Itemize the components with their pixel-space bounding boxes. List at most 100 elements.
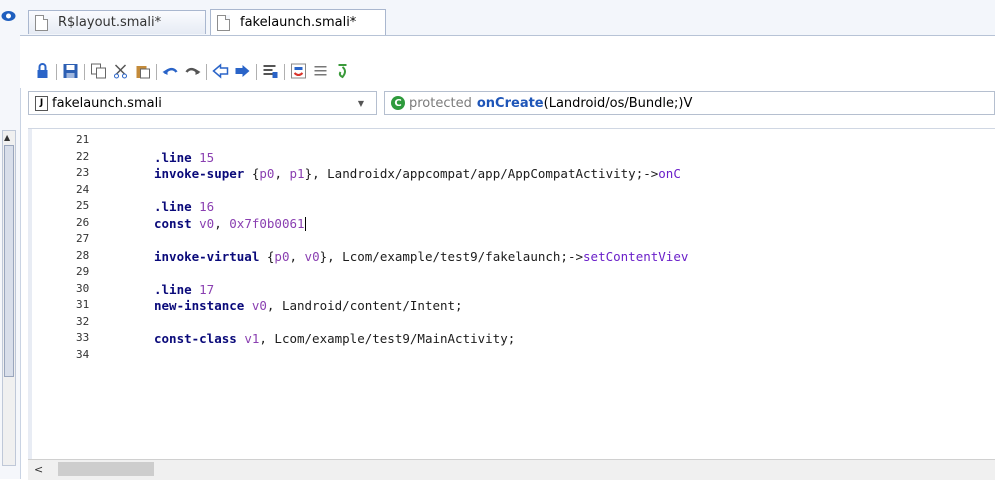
- code-text: const v0, 0x7f0b0061: [154, 215, 306, 231]
- line-number: 26: [76, 215, 90, 229]
- step-icon[interactable]: [334, 63, 351, 79]
- code-token: , Landroid/content/Intent;: [266, 298, 463, 313]
- left-panel-strip: ▲: [0, 0, 21, 479]
- forward-icon[interactable]: [234, 63, 251, 79]
- back-icon[interactable]: [212, 63, 229, 79]
- code-line[interactable]: 34: [28, 348, 995, 364]
- code-line[interactable]: 25 .line 16: [28, 199, 995, 215]
- line-number: 31: [76, 298, 90, 311]
- code-line[interactable]: 24: [28, 183, 995, 199]
- paste-icon[interactable]: [134, 63, 151, 79]
- code-line[interactable]: 32: [28, 315, 995, 331]
- code-line[interactable]: 27: [28, 232, 995, 248]
- undo-icon[interactable]: [162, 63, 179, 79]
- file-icon: [35, 14, 48, 31]
- line-number: 21: [76, 133, 90, 146]
- line-number: 24: [76, 182, 90, 196]
- code-token: invoke-virtual: [154, 248, 267, 264]
- line-number: 23: [76, 166, 90, 179]
- method-signature: (Landroid/os/Bundle;)V: [543, 95, 693, 111]
- method-c-icon: C: [391, 96, 405, 110]
- code-line[interactable]: 30 .line 17: [28, 282, 995, 298]
- code-token: v0: [251, 298, 267, 313]
- file-selector-value: fakelaunch.smali: [52, 95, 162, 111]
- code-token: p0: [274, 248, 290, 264]
- code-line[interactable]: 21: [28, 133, 995, 149]
- code-token: p0: [259, 166, 275, 181]
- cut-icon[interactable]: [112, 63, 129, 79]
- method-name: onCreate: [476, 95, 544, 111]
- code-token: setContentViev: [583, 248, 689, 264]
- list-icon[interactable]: [312, 63, 329, 79]
- chevron-down-icon[interactable]: ▼: [358, 99, 364, 108]
- file-selector[interactable]: J fakelaunch.smali ▼: [28, 91, 377, 115]
- redo-icon[interactable]: [184, 63, 201, 79]
- tab-fakelaunch[interactable]: fakelaunch.smali*: [210, 9, 386, 35]
- line-number: 29: [76, 265, 90, 278]
- method-modifier: protected: [409, 95, 472, 111]
- code-token: ,: [274, 166, 290, 181]
- code-token: ,: [214, 215, 230, 231]
- code-token: const: [154, 215, 200, 231]
- code-token: .line: [154, 149, 200, 165]
- code-token: }, Lcom/example/test9/fakelaunch;->: [319, 248, 584, 264]
- code-token: 15: [199, 149, 215, 165]
- left-scroll-thumb[interactable]: [4, 145, 14, 377]
- scroll-up-arrow-icon[interactable]: ▲: [4, 133, 10, 142]
- code-token: .line: [154, 281, 200, 297]
- code-text: .line 17: [154, 282, 214, 297]
- code-line[interactable]: 31 new-instance v0, Landroid/content/Inte…: [28, 298, 995, 314]
- code-line[interactable]: 33 const-class v1, Lcom/example/test9/Mai…: [28, 331, 995, 347]
- selector-row: J fakelaunch.smali ▼ C protected onCreat…: [28, 91, 995, 117]
- code-token: v0: [199, 215, 215, 231]
- code-text: .line 15: [154, 150, 214, 165]
- eye-icon[interactable]: [1, 10, 16, 22]
- tab-r-layout[interactable]: R$layout.smali*: [28, 10, 206, 34]
- code-token: const-class: [154, 331, 245, 346]
- code-token: , Lcom/example/test9/MainActivity;: [259, 331, 516, 346]
- code-line[interactable]: 28 invoke-virtual {p0, v0}, Lcom/example/…: [28, 249, 995, 265]
- hscroll-thumb[interactable]: [58, 462, 154, 476]
- code-line[interactable]: 22 .line 15: [28, 150, 995, 166]
- tab-label: R$layout.smali*: [58, 15, 162, 30]
- code-editor[interactable]: 21 22 .line 15 23 invoke-super {p0, p1}, Lan…: [28, 128, 995, 459]
- line-number: 32: [76, 314, 90, 328]
- line-number: 22: [76, 149, 90, 163]
- line-number: 25: [76, 199, 90, 212]
- tab-bar: R$layout.smali* fakelaunch.smali*: [20, 0, 995, 36]
- tab-label: fakelaunch.smali*: [240, 15, 357, 30]
- line-number: 33: [76, 331, 90, 344]
- code-text: invoke-super {p0, p1}, Landroidx/appcomp…: [154, 166, 681, 181]
- code-token: 17: [199, 281, 215, 297]
- left-scrollbar[interactable]: ▲: [2, 130, 16, 466]
- code-token: invoke-super: [154, 166, 252, 181]
- line-number: 27: [76, 232, 90, 245]
- scroll-left-arrow-icon[interactable]: <: [34, 463, 43, 476]
- code-token: new-instance: [154, 298, 252, 313]
- code-line[interactable]: 26 const v0, 0x7f0b0061: [28, 216, 995, 232]
- file-icon: [217, 14, 230, 31]
- horizontal-scrollbar[interactable]: <: [28, 459, 995, 480]
- java-file-icon: J: [35, 95, 48, 111]
- code-token: v1: [244, 331, 260, 346]
- method-selector[interactable]: C protected onCreate (Landroid/os/Bundle…: [384, 91, 995, 115]
- format-icon[interactable]: [262, 63, 279, 79]
- copy-icon[interactable]: [90, 63, 107, 79]
- code-token: 0x7f0b0061: [229, 215, 305, 231]
- code-token: v0: [304, 248, 320, 264]
- lock-icon[interactable]: [34, 63, 51, 79]
- code-line[interactable]: 29: [28, 265, 995, 281]
- code-text: invoke-virtual {p0, v0}, Lcom/example/te…: [154, 249, 688, 264]
- code-token: onC: [658, 166, 681, 181]
- java-icon[interactable]: [290, 63, 307, 79]
- text-cursor: [304, 217, 306, 231]
- code-line[interactable]: 23 invoke-super {p0, p1}, Landroidx/appco…: [28, 166, 995, 182]
- line-number: 28: [76, 248, 90, 262]
- code-token: .line: [154, 199, 200, 214]
- code-token: 16: [199, 199, 215, 214]
- code-token: }, Landroidx/appcompat/app/AppCompatActi…: [304, 166, 659, 181]
- line-number: 34: [76, 347, 90, 361]
- toolbar: [20, 36, 995, 88]
- code-token: p1: [289, 166, 305, 181]
- save-icon[interactable]: [62, 63, 79, 79]
